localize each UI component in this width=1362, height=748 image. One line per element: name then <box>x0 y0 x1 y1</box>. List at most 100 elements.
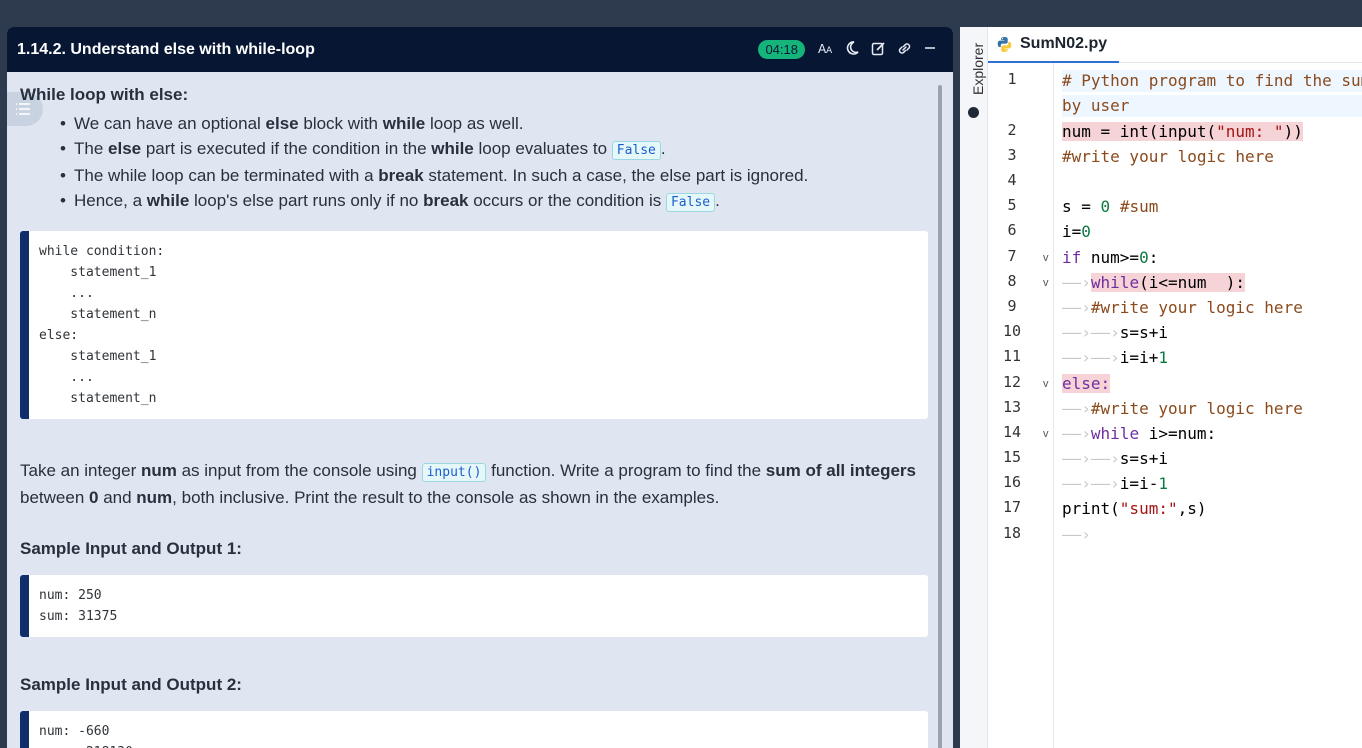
edit-icon[interactable] <box>870 41 886 59</box>
text-run: loop's else part runs only if no <box>189 191 424 210</box>
text-run: Hence, a <box>74 191 147 210</box>
line-number: 5 <box>1007 196 1017 214</box>
bold-term: while <box>431 139 474 158</box>
fold-chevron-icon[interactable]: v <box>1043 428 1049 440</box>
bold-term: num <box>140 461 177 480</box>
line-number: 2 <box>1007 121 1017 139</box>
bold-term: num <box>136 488 173 507</box>
line-number: 15 <box>1002 448 1022 466</box>
bold-term: else <box>265 114 299 133</box>
bullet-item: We can have an optional else block with … <box>60 111 928 136</box>
text-run: block with <box>298 114 383 133</box>
code-line-5[interactable]: s = 0 #sum <box>1062 196 1158 218</box>
text-run: loop evaluates to <box>473 139 612 158</box>
text-run: and <box>98 488 137 507</box>
line-number: 11 <box>1002 347 1022 365</box>
dark-mode-icon[interactable] <box>844 41 860 58</box>
font-size-icon[interactable]: AA <box>818 41 834 58</box>
line-number: 10 <box>1002 322 1022 340</box>
sample1-heading: Sample Input and Output 1: <box>20 539 242 558</box>
code-line-10[interactable]: ——›——›s=s+i <box>1062 322 1168 344</box>
sample2-heading: Sample Input and Output 2: <box>20 675 242 694</box>
text-run: Take an integer <box>20 461 141 480</box>
lesson-scrollbar[interactable] <box>938 85 942 748</box>
bold-term: else <box>108 139 142 158</box>
line-number: 12 <box>1002 373 1022 391</box>
bullet-list: We can have an optional else block with … <box>60 111 928 215</box>
code-line-18[interactable]: ——› <box>1062 524 1091 546</box>
text-run: occurs or the condition is <box>468 191 666 210</box>
sample2-code-block: num: -660 sum: -218130 <box>20 711 928 748</box>
line-number: 14 <box>1002 423 1022 441</box>
lesson-panel: 1.14.2. Understand else with while-loop … <box>7 27 953 748</box>
file-tab-name: SumN02.py <box>1020 35 1108 52</box>
python-icon <box>997 36 1012 52</box>
lesson-title: 1.14.2. Understand else with while-loop <box>17 40 315 58</box>
text-run: . <box>715 191 720 210</box>
timer-badge: 04:18 <box>758 40 805 59</box>
line-number: 9 <box>1007 297 1017 315</box>
inline-code: False <box>665 193 716 212</box>
code-line-8[interactable]: ——›while(i<=num ): <box>1062 272 1246 294</box>
code-line-13[interactable]: ——›#write your logic here <box>1062 398 1303 420</box>
code-line-16[interactable]: ——›——›i=i-1 <box>1062 473 1168 495</box>
text-run: as input from the console using <box>176 461 422 480</box>
code-line-14[interactable]: ——›while i>=num: <box>1062 423 1216 445</box>
code-line-1-wrap[interactable]: by user <box>1062 95 1362 117</box>
svg-text:A: A <box>826 46 833 55</box>
line-number-gutter: 1 2 3 4 5 6 7 8 9 10 11 12 13 14 15 16 17 18 v v v v <box>988 63 1054 748</box>
explorer-sidebar[interactable]: Explorer <box>960 27 988 748</box>
bullet-item: The while loop can be terminated with a … <box>60 163 928 188</box>
section-heading: While loop with else: <box>20 85 189 104</box>
line-number: 16 <box>1002 473 1022 491</box>
explorer-label[interactable]: Explorer <box>970 43 986 95</box>
text-run: , both inclusive. Print the result to th… <box>172 488 720 507</box>
line-number: 8 <box>1007 272 1017 290</box>
explorer-toggle-icon[interactable] <box>968 107 979 118</box>
syntax-code-block: while condition: statement_1 ... stateme… <box>20 231 928 419</box>
text-run: function. Write a program to find the <box>486 461 766 480</box>
link-icon[interactable] <box>896 41 912 59</box>
lesson-content: While loop with else: We can have an opt… <box>20 85 928 748</box>
text-run: loop as well. <box>425 114 524 133</box>
line-number: 17 <box>1002 498 1022 516</box>
code-line-3[interactable]: #write your logic here <box>1062 146 1274 168</box>
text-run: between <box>20 488 89 507</box>
code-line-11[interactable]: ——›——›i=i+1 <box>1062 347 1168 369</box>
bullet-item: The else part is executed if the conditi… <box>60 136 928 163</box>
line-number: 18 <box>1002 524 1022 542</box>
bold-term: while <box>146 191 190 210</box>
code-editor: Explorer SumN02.py 1 2 3 4 5 6 7 8 9 10 11 12 13 14 15… <box>960 27 1362 748</box>
line-number: 3 <box>1007 146 1017 164</box>
file-tab[interactable]: SumN02.py <box>988 27 1120 63</box>
fold-chevron-icon[interactable]: v <box>1043 277 1049 289</box>
lesson-header: 1.14.2. Understand else with while-loop … <box>7 27 953 72</box>
line-number: 1 <box>1007 70 1017 88</box>
text-run: We can have an optional <box>74 114 266 133</box>
bold-term: break <box>378 166 424 185</box>
fold-chevron-icon[interactable]: v <box>1043 252 1049 264</box>
text-run: statement. In such a case, the else part… <box>423 166 809 185</box>
minimize-icon[interactable] <box>922 41 938 58</box>
code-line-17[interactable]: print("sum:",s) <box>1062 498 1207 520</box>
text-run: part is executed if the condition in the <box>141 139 432 158</box>
line-number: 7 <box>1007 247 1017 265</box>
code-line-15[interactable]: ——›——›s=s+i <box>1062 448 1168 470</box>
code-line-12[interactable]: else: <box>1062 373 1111 395</box>
bold-term: while <box>382 114 426 133</box>
code-line-1[interactable]: # Python program to find the sum <box>1062 70 1362 92</box>
fold-chevron-icon[interactable]: v <box>1043 378 1049 390</box>
text-run: The <box>74 139 109 158</box>
bold-term: break <box>423 191 469 210</box>
code-area[interactable]: # Python program to find the sum by user… <box>1062 63 1362 748</box>
line-number: 13 <box>1002 398 1022 416</box>
code-line-7[interactable]: if num>=0: <box>1062 247 1158 269</box>
code-line-6[interactable]: i=0 <box>1062 221 1091 243</box>
code-line-2[interactable]: num = int(input("num: ")) <box>1062 121 1303 143</box>
code-line-9[interactable]: ——›#write your logic here <box>1062 297 1303 319</box>
inline-code: input() <box>421 463 487 482</box>
line-number: 6 <box>1007 221 1017 239</box>
editor-tab-bar: SumN02.py <box>988 27 1362 63</box>
task-description: Take an integer num as input from the co… <box>20 458 928 510</box>
line-number: 4 <box>1007 171 1017 189</box>
